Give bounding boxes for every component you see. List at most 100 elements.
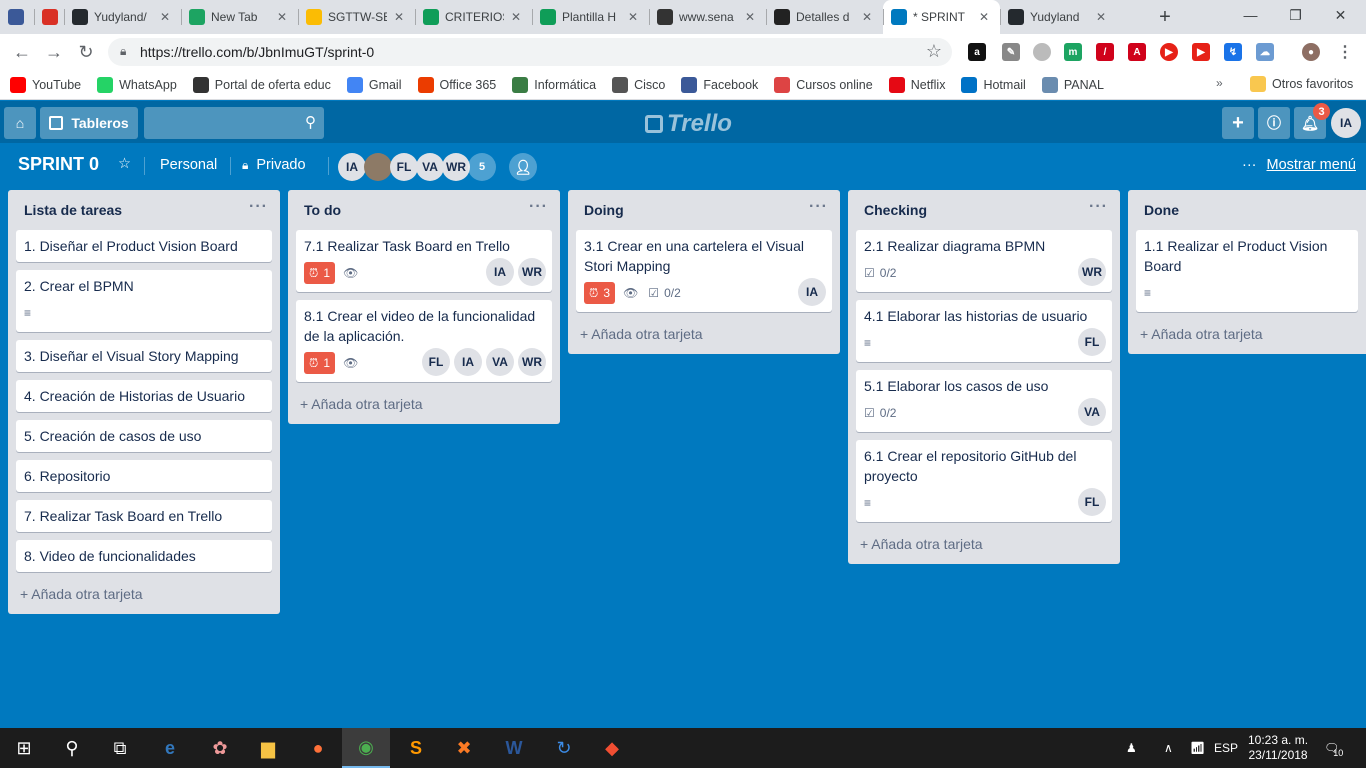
member-avatar[interactable]: WR	[1078, 258, 1106, 286]
member-avatar[interactable]: WR	[518, 258, 546, 286]
close-tab-icon[interactable]: ✕	[274, 10, 290, 24]
bookmark-item[interactable]: YouTube	[10, 76, 81, 93]
member-avatar[interactable]: WR	[518, 348, 546, 376]
member-avatar[interactable]: FL	[390, 153, 418, 181]
list-title[interactable]: Done	[1144, 202, 1179, 218]
home-button[interactable]: ⌂	[4, 107, 36, 139]
member-avatar[interactable]: VA	[486, 348, 514, 376]
list-title[interactable]: Checking	[864, 202, 927, 218]
member-avatar[interactable]: VA	[1078, 398, 1106, 426]
list-title[interactable]: Lista de tareas	[24, 202, 122, 218]
card[interactable]: 6.1 Crear el repositorio GitHub del proy…	[856, 440, 1112, 522]
card[interactable]: 7. Realizar Task Board en Trello	[16, 500, 272, 532]
browser-tab[interactable]: * SPRINT ✕	[883, 0, 1000, 34]
browser-tab[interactable]: Detalles d ✕	[766, 0, 883, 34]
paint-icon[interactable]: ✿	[196, 728, 244, 768]
list-menu-icon[interactable]: ···	[529, 198, 548, 216]
browser-tab[interactable]: Plantilla H ✕	[532, 0, 649, 34]
boards-button[interactable]: Tableros	[40, 107, 138, 139]
language-indicator[interactable]: ESP	[1214, 728, 1238, 768]
close-tab-icon[interactable]: ✕	[391, 10, 407, 24]
add-card-button[interactable]: + Añada otra tarjeta	[1128, 320, 1366, 354]
people-icon[interactable]: ♟︎	[1126, 728, 1137, 768]
other-bookmarks-folder[interactable]: Otros favoritos	[1250, 76, 1353, 92]
minimize-button[interactable]: —	[1228, 0, 1273, 30]
bookmark-item[interactable]: Facebook	[681, 76, 758, 93]
bookmark-item[interactable]: Informática	[512, 76, 596, 93]
card[interactable]: 8. Video de funcionalidades	[16, 540, 272, 572]
card[interactable]: 3.1 Crear en una cartelera el Visual Sto…	[576, 230, 832, 312]
add-card-button[interactable]: + Añada otra tarjeta	[848, 530, 1120, 564]
new-tab-button[interactable]: +	[1150, 0, 1180, 34]
add-card-button[interactable]: + Añada otra tarjeta	[288, 390, 560, 424]
add-card-button[interactable]: + Añada otra tarjeta	[8, 580, 280, 614]
git-icon[interactable]: ◆	[588, 728, 636, 768]
card[interactable]: 4. Creación de Historias de Usuario	[16, 380, 272, 412]
xampp-icon[interactable]: ✖	[440, 728, 488, 768]
browser-tab[interactable]: CRITERIOS ✕	[415, 0, 532, 34]
bookmark-item[interactable]: Office 365	[417, 76, 496, 93]
list-header[interactable]: Lista de tareas ···	[8, 190, 280, 230]
blue-extension-icon[interactable]: ↯	[1224, 43, 1242, 61]
bookmark-item[interactable]: Gmail	[346, 76, 402, 93]
close-tab-icon[interactable]: ✕	[157, 10, 173, 24]
card[interactable]: 1. Diseñar el Product Vision Board	[16, 230, 272, 262]
list-header[interactable]: Done	[1128, 190, 1366, 230]
youtube-extension-icon[interactable]: ▶	[1192, 43, 1210, 61]
browser-tab[interactable]: New Tab ✕	[181, 0, 298, 34]
pen-extension-icon[interactable]: ✎	[1002, 43, 1020, 61]
list-title[interactable]: To do	[304, 202, 341, 218]
member-avatar[interactable]	[364, 153, 392, 181]
team-button[interactable]: Personal	[160, 157, 217, 173]
bookmark-item[interactable]: Cisco	[612, 76, 665, 93]
back-button[interactable]: ←	[6, 36, 38, 68]
member-avatar[interactable]: WR	[442, 153, 470, 181]
card[interactable]: 5. Creación de casos de uso	[16, 420, 272, 452]
search-icon[interactable]: ⚲	[48, 728, 96, 768]
browser-tab[interactable]: SGTTW-SE ✕	[298, 0, 415, 34]
list-header[interactable]: Doing ···	[568, 190, 840, 230]
restore-button[interactable]: ❐	[1273, 0, 1318, 30]
bookmark-star-icon[interactable]: ☆	[926, 41, 942, 62]
member-avatar[interactable]: IA	[454, 348, 482, 376]
list-menu-icon[interactable]: ···	[1089, 198, 1108, 216]
list-menu-icon[interactable]: ···	[249, 198, 268, 216]
board-title[interactable]: SPRINT 0	[18, 154, 99, 175]
bookmark-item[interactable]: WhatsApp	[97, 76, 177, 93]
card[interactable]: 4.1 Elaborar las historias de usuario ≡ FL	[856, 300, 1112, 362]
user-avatar[interactable]: IA	[1331, 108, 1361, 138]
bookmark-item[interactable]: Cursos online	[774, 76, 873, 93]
card[interactable]: 7.1 Realizar Task Board en Trello ⏰︎ 1 👁︎ IA…	[296, 230, 552, 292]
list-menu-icon[interactable]: ···	[809, 198, 828, 216]
word-icon[interactable]: W	[490, 728, 538, 768]
firefox-icon[interactable]: ●	[294, 728, 342, 768]
list-header[interactable]: Checking ···	[848, 190, 1120, 230]
due-badge[interactable]: ⏰︎ 1	[304, 262, 336, 284]
bookmark-item[interactable]: Portal de oferta educ	[192, 76, 331, 93]
play-extension-icon[interactable]: ▶	[1160, 43, 1178, 61]
windows-start-icon[interactable]: ⊞	[0, 728, 48, 768]
create-button[interactable]: +	[1222, 107, 1254, 139]
forward-button[interactable]: →	[38, 36, 70, 68]
chrome-icon[interactable]: ◉	[342, 728, 390, 768]
card[interactable]: 5.1 Elaborar los casos de uso ☑ 0/2 VA	[856, 370, 1112, 432]
due-badge[interactable]: ⏰︎ 1	[304, 352, 336, 374]
task-view-icon[interactable]: ⧉	[96, 728, 144, 768]
browser-tab[interactable]: www.sena ✕	[649, 0, 766, 34]
network-icon[interactable]: 📶︎	[1190, 728, 1205, 768]
pdf-extension-icon[interactable]: A	[1128, 43, 1146, 61]
info-button[interactable]: ⓘ	[1258, 107, 1290, 139]
browser-tab[interactable]	[34, 0, 64, 34]
card[interactable]: 6. Repositorio	[16, 460, 272, 492]
close-tab-icon[interactable]: ✕	[859, 10, 875, 24]
cloud-extension-icon[interactable]: ☁	[1256, 43, 1274, 61]
show-menu-button[interactable]: ··· Mostrar menú	[1242, 157, 1356, 173]
edge-icon[interactable]: e	[146, 728, 194, 768]
star-board-icon[interactable]: ☆	[118, 156, 131, 172]
member-avatar[interactable]: VA	[416, 153, 444, 181]
browser-tab[interactable]	[0, 0, 34, 34]
member-avatar[interactable]: IA	[338, 153, 366, 181]
profile-avatar-icon[interactable]: ●	[1302, 43, 1320, 61]
add-card-button[interactable]: + Añada otra tarjeta	[568, 320, 840, 354]
bookmarks-overflow-icon[interactable]: »	[1216, 76, 1223, 90]
